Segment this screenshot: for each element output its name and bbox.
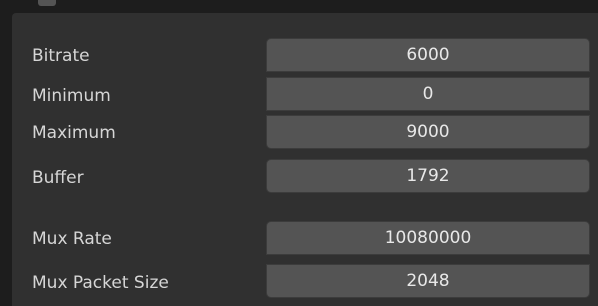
minimum-field[interactable]: 0 (266, 77, 590, 111)
minimum-label: Minimum (32, 86, 111, 106)
bitrate-field[interactable]: 6000 (266, 38, 590, 72)
buffer-field[interactable]: 1792 (266, 159, 590, 193)
mux-rate-label: Mux Rate (32, 229, 112, 249)
mux-packet-size-label: Mux Packet Size (32, 273, 169, 293)
maximum-field[interactable]: 9000 (266, 115, 590, 149)
mux-rate-field[interactable]: 10080000 (266, 221, 590, 255)
bitrate-label: Bitrate (32, 46, 90, 66)
encoding-settings-panel: Bitrate 6000 Minimum 0 Maximum 9000 Buff… (12, 13, 598, 306)
buffer-label: Buffer (32, 168, 84, 188)
checkbox[interactable] (38, 0, 56, 6)
maximum-label: Maximum (32, 123, 116, 143)
panel-header-strip (0, 0, 598, 13)
mux-packet-size-field[interactable]: 2048 (266, 264, 590, 298)
